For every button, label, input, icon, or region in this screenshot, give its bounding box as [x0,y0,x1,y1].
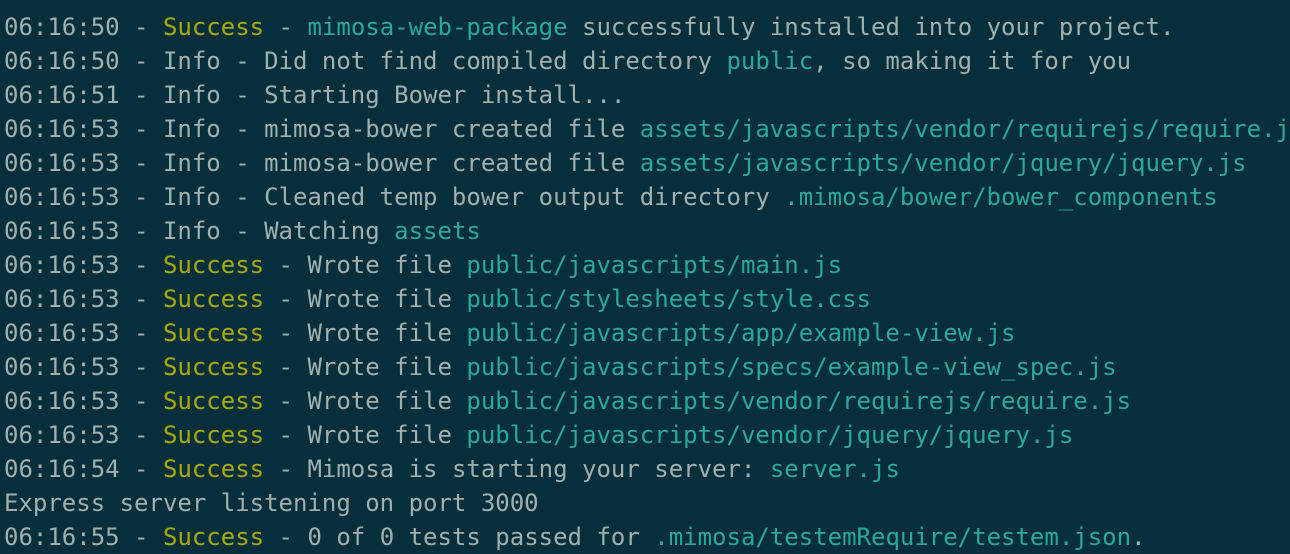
log-text: 06:16:53 - [4,285,163,313]
log-text: 06:16:53 - Info - mimosa-bower created f… [4,115,640,143]
terminal-line: 06:16:53 - Success - Wrote file public/j… [4,316,1290,350]
log-text: Express server listening on port 3000 [4,489,539,517]
success-label: Success [162,387,265,415]
log-text: - Wrote file [264,353,467,381]
success-label: Success [162,353,265,381]
terminal-line: 06:16:53 - Info - Watching assets [4,214,1290,248]
log-text: - Wrote file [264,421,467,449]
terminal-line: 06:16:50 - Success - mimosa-web-package … [4,10,1290,44]
log-text: 06:16:54 - [4,455,163,483]
success-label: Success [162,319,265,347]
log-text: 06:16:55 - [4,523,163,551]
terminal-line: 06:16:50 - Info - Did not find compiled … [4,44,1290,78]
terminal-line: Express server listening on port 3000 [4,486,1290,520]
terminal-line: 06:16:53 - Success - Wrote file public/j… [4,418,1290,452]
terminal-line: 06:16:53 - Info - mimosa-bower created f… [4,146,1290,180]
log-text: - Mimosa is starting your server: [264,455,770,483]
log-text: - Wrote file [264,387,467,415]
path-highlight: public/javascripts/specs/example-view_sp… [466,353,1117,381]
log-text: 06:16:50 - [4,13,163,41]
path-highlight: server.js [769,455,900,483]
log-text: 06:16:53 - [4,387,163,415]
path-highlight: public/javascripts/vendor/requirejs/requ… [466,387,1132,415]
log-text: 06:16:53 - [4,353,163,381]
log-text: 06:16:51 - Info - Starting Bower install… [4,81,626,109]
terminal-line: 06:16:51 - Info - Starting Bower install… [4,78,1290,112]
log-text: - Wrote file [264,285,467,313]
path-highlight: assets [394,217,481,245]
path-highlight: .mimosa/bower/bower_components [784,183,1218,211]
success-label: Success [162,523,265,551]
log-text: . [1131,523,1146,551]
path-highlight: mimosa-web-package [307,13,568,41]
log-text: - [264,13,308,41]
path-highlight: public/stylesheets/style.css [466,285,871,313]
log-text: 06:16:50 - Info - Did not find compiled … [4,47,727,75]
path-highlight: .mimosa/testemRequire/testem.json [654,523,1132,551]
success-label: Success [162,285,265,313]
path-highlight: public/javascripts/vendor/jquery/jquery.… [466,421,1074,449]
log-text: - 0 of 0 tests passed for [264,523,655,551]
log-text: , so making it for you [813,47,1132,75]
log-text: - Wrote file [264,319,467,347]
terminal-line: 06:16:53 - Success - Wrote file public/j… [4,384,1290,418]
success-label: Success [162,455,265,483]
log-text: 06:16:53 - Info - mimosa-bower created f… [4,149,640,177]
log-text: 06:16:53 - Info - Cleaned temp bower out… [4,183,785,211]
terminal-line: 06:16:53 - Info - mimosa-bower created f… [4,112,1290,146]
path-highlight: assets/javascripts/vendor/jquery/jquery.… [639,149,1247,177]
log-text: successfully installed into your project… [567,13,1175,41]
log-text: 06:16:53 - [4,319,163,347]
terminal-line: 06:16:54 - Success - Mimosa is starting … [4,452,1290,486]
log-text: 06:16:53 - [4,251,163,279]
terminal-line: 06:16:53 - Success - Wrote file public/j… [4,350,1290,384]
path-highlight: public [726,47,814,75]
path-highlight: assets/javascripts/vendor/requirejs/requ… [639,115,1290,143]
terminal-line: 06:16:53 - Info - Cleaned temp bower out… [4,180,1290,214]
terminal-line: 06:16:53 - Success - Wrote file public/j… [4,248,1290,282]
terminal-line: 06:16:53 - Success - Wrote file public/s… [4,282,1290,316]
success-label: Success [162,13,265,41]
log-text: 06:16:53 - [4,421,163,449]
log-text: - Wrote file [264,251,467,279]
success-label: Success [162,251,265,279]
success-label: Success [162,421,265,449]
path-highlight: public/javascripts/app/example-view.js [466,319,1016,347]
terminal-line: 06:16:55 - Success - 0 of 0 tests passed… [4,520,1290,554]
path-highlight: public/javascripts/main.js [466,251,843,279]
terminal-output[interactable]: 06:16:50 - Success - mimosa-web-package … [0,0,1290,554]
log-text: 06:16:53 - Info - Watching [4,217,395,245]
